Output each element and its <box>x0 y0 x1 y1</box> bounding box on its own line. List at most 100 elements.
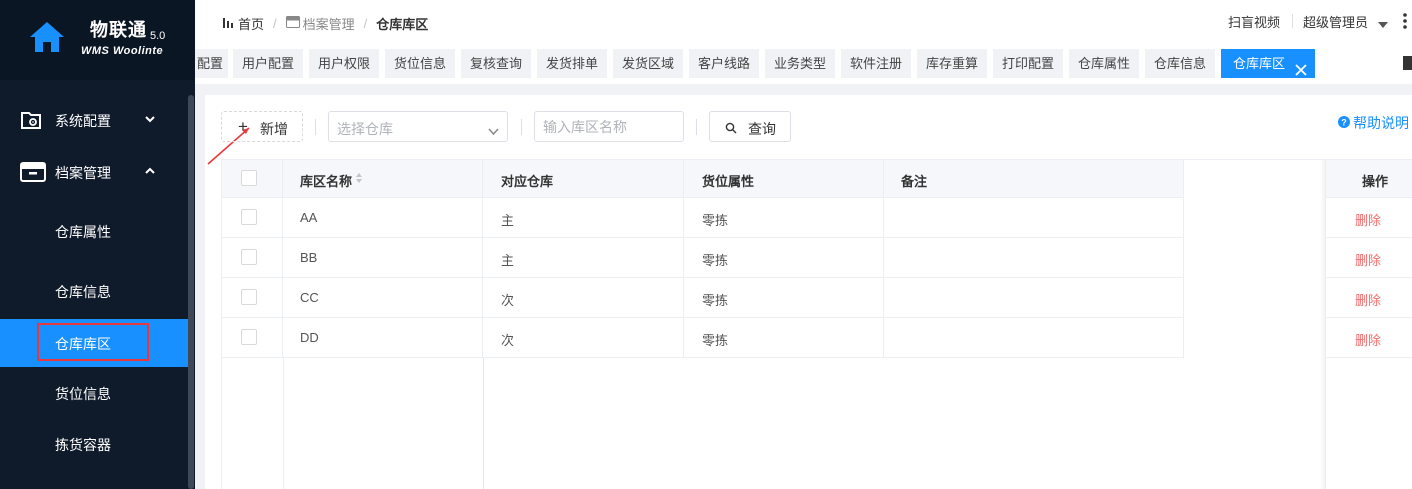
tab-scroll-right-icon[interactable] <box>1403 56 1412 70</box>
tab-location-info[interactable]: 货位信息 <box>385 49 455 78</box>
select-all-checkbox[interactable] <box>241 170 257 186</box>
tab-print-config[interactable]: 打印配置 <box>993 49 1063 78</box>
tab-customer-route[interactable]: 客户线路 <box>689 49 759 78</box>
chevron-down-icon <box>144 112 156 128</box>
zone-attr: 零拣 <box>702 333 729 348</box>
tab-shipping-area[interactable]: 发货区域 <box>613 49 683 78</box>
zone-warehouse: 次 <box>501 293 515 308</box>
sidebar-item-label: 拣货容器 <box>55 437 111 453</box>
chevron-down-icon <box>488 123 499 139</box>
warehouse-select-placeholder: 选择仓库 <box>337 121 393 137</box>
zone-name: CC <box>300 290 319 305</box>
toolbar-divider <box>521 119 522 135</box>
sidebar-item-warehouse-attr[interactable]: 仓库属性 <box>0 207 188 255</box>
delete-button[interactable]: 删除 <box>1325 198 1412 238</box>
row-checkbox[interactable] <box>241 329 257 345</box>
delete-button[interactable]: 删除 <box>1325 278 1412 318</box>
column-divider <box>483 358 484 489</box>
sidebar-item-label: 货位信息 <box>55 386 111 402</box>
zone-warehouse: 主 <box>501 253 515 268</box>
table-header-cell: 备注 <box>884 160 1184 198</box>
tab-software-registration[interactable]: 软件注册 <box>841 49 911 78</box>
zone-name: DD <box>300 330 319 345</box>
app-version: 5.0 <box>150 30 166 42</box>
zone-warehouse: 主 <box>501 213 515 228</box>
more-vertical-icon[interactable] <box>1402 12 1408 33</box>
toolbar-divider <box>315 119 316 135</box>
zone-warehouse: 次 <box>501 333 515 348</box>
add-button-label: 新增 <box>260 121 288 137</box>
breadcrumb-separator: / <box>363 16 368 31</box>
sidebar-group-system-config[interactable]: 系统配置 <box>0 95 188 145</box>
chevron-up-icon <box>144 164 156 180</box>
user-menu[interactable]: 超级管理员 <box>1303 12 1388 31</box>
zone-name-input[interactable] <box>534 111 684 142</box>
zone-attr: 零拣 <box>702 293 729 308</box>
sidebar-item-location-info[interactable]: 货位信息 <box>0 369 188 417</box>
sidebar-item-warehouse-info[interactable]: 仓库信息 <box>0 267 188 315</box>
zone-attr: 零拣 <box>702 213 729 228</box>
query-button-label: 查询 <box>748 121 776 137</box>
sidebar-group-label: 档案管理 <box>55 165 111 181</box>
column-divider <box>1325 358 1326 489</box>
sidebar: 物联通 5.0 WMS Woolinte 系统配置 档案管理 仓库属性 仓库信息… <box>0 0 195 489</box>
delete-button[interactable]: 删除 <box>1325 318 1412 358</box>
archive-icon <box>20 161 46 186</box>
video-link[interactable]: 扫盲视频 <box>1228 12 1280 31</box>
annotation-highlight-box <box>37 323 149 361</box>
tab-user-config[interactable]: 用户配置 <box>233 49 303 78</box>
logo-area: 物联通 5.0 WMS Woolinte <box>0 0 195 80</box>
table-header-cell: 货位属性 <box>684 160 884 198</box>
sidebar-item-picking-container[interactable]: 拣货容器 <box>0 420 188 468</box>
breadcrumb-current: 仓库库区 <box>376 17 429 32</box>
question-circle-icon: ? <box>1338 115 1350 131</box>
breadcrumb-home[interactable]: 首页 <box>238 14 264 33</box>
zone-name: BB <box>300 250 318 265</box>
sidebar-item-label: 仓库属性 <box>55 224 111 240</box>
table-header-cell: 对应仓库 <box>483 160 684 198</box>
sidebar-group-label: 系统配置 <box>55 113 111 129</box>
sidebar-group-archive[interactable]: 档案管理 <box>0 147 188 197</box>
caret-down-icon <box>1377 16 1388 31</box>
zone-name: AA <box>300 210 318 225</box>
header-divider <box>1292 14 1293 28</box>
folder-settings-icon <box>20 109 42 134</box>
toolbar-divider <box>696 119 697 135</box>
table-header-select <box>222 160 283 198</box>
house-logo-icon <box>28 20 66 57</box>
close-icon[interactable] <box>1295 57 1307 86</box>
tab-config[interactable]: 配置 <box>195 49 228 78</box>
archive-icon <box>285 16 300 31</box>
tab-user-permission[interactable]: 用户权限 <box>309 49 379 78</box>
tab-shipping-schedule[interactable]: 发货排单 <box>537 49 607 78</box>
app-name: 物联通 <box>90 20 147 40</box>
tab-warehouse-attr[interactable]: 仓库属性 <box>1069 49 1139 78</box>
add-button[interactable]: + 新增 <box>221 111 303 142</box>
tab-warehouse-zone[interactable]: 仓库库区 <box>1221 49 1315 78</box>
tab-review-query[interactable]: 复核查询 <box>461 49 531 78</box>
row-checkbox[interactable] <box>241 289 257 305</box>
sort-icon[interactable] <box>355 172 363 187</box>
plus-icon: + <box>238 117 248 136</box>
query-button[interactable]: 查询 <box>709 111 791 142</box>
row-checkbox[interactable] <box>241 209 257 225</box>
tab-warehouse-info[interactable]: 仓库信息 <box>1145 49 1215 78</box>
delete-button[interactable]: 删除 <box>1325 238 1412 278</box>
tab-inventory-recalc[interactable]: 库存重算 <box>917 49 987 78</box>
svg-text:?: ? <box>1341 118 1347 128</box>
sidebar-item-label: 仓库信息 <box>55 284 111 300</box>
help-link-label: 帮助说明 <box>1353 115 1409 131</box>
search-icon <box>725 121 737 137</box>
sidebar-scrollbar[interactable] <box>188 95 194 489</box>
breadcrumb-section[interactable]: 档案管理 <box>303 14 355 33</box>
warehouse-select[interactable]: 选择仓库 <box>328 111 508 142</box>
row-checkbox[interactable] <box>241 249 257 265</box>
column-divider <box>283 358 284 489</box>
tab-business-type[interactable]: 业务类型 <box>765 49 835 78</box>
table-header-cell[interactable]: 库区名称 <box>283 160 483 198</box>
app-subtitle: WMS Woolinte <box>81 45 164 57</box>
zone-table: 库区名称 对应仓库 货位属性 备注 AA 主 零拣 BB 主 零拣 CC 次 零… <box>221 159 1412 489</box>
breadcrumb: 首页 / 档案管理 / 仓库库区 <box>222 14 428 33</box>
table-header-operation: 操作 <box>1325 160 1412 198</box>
home-icon <box>222 16 235 32</box>
